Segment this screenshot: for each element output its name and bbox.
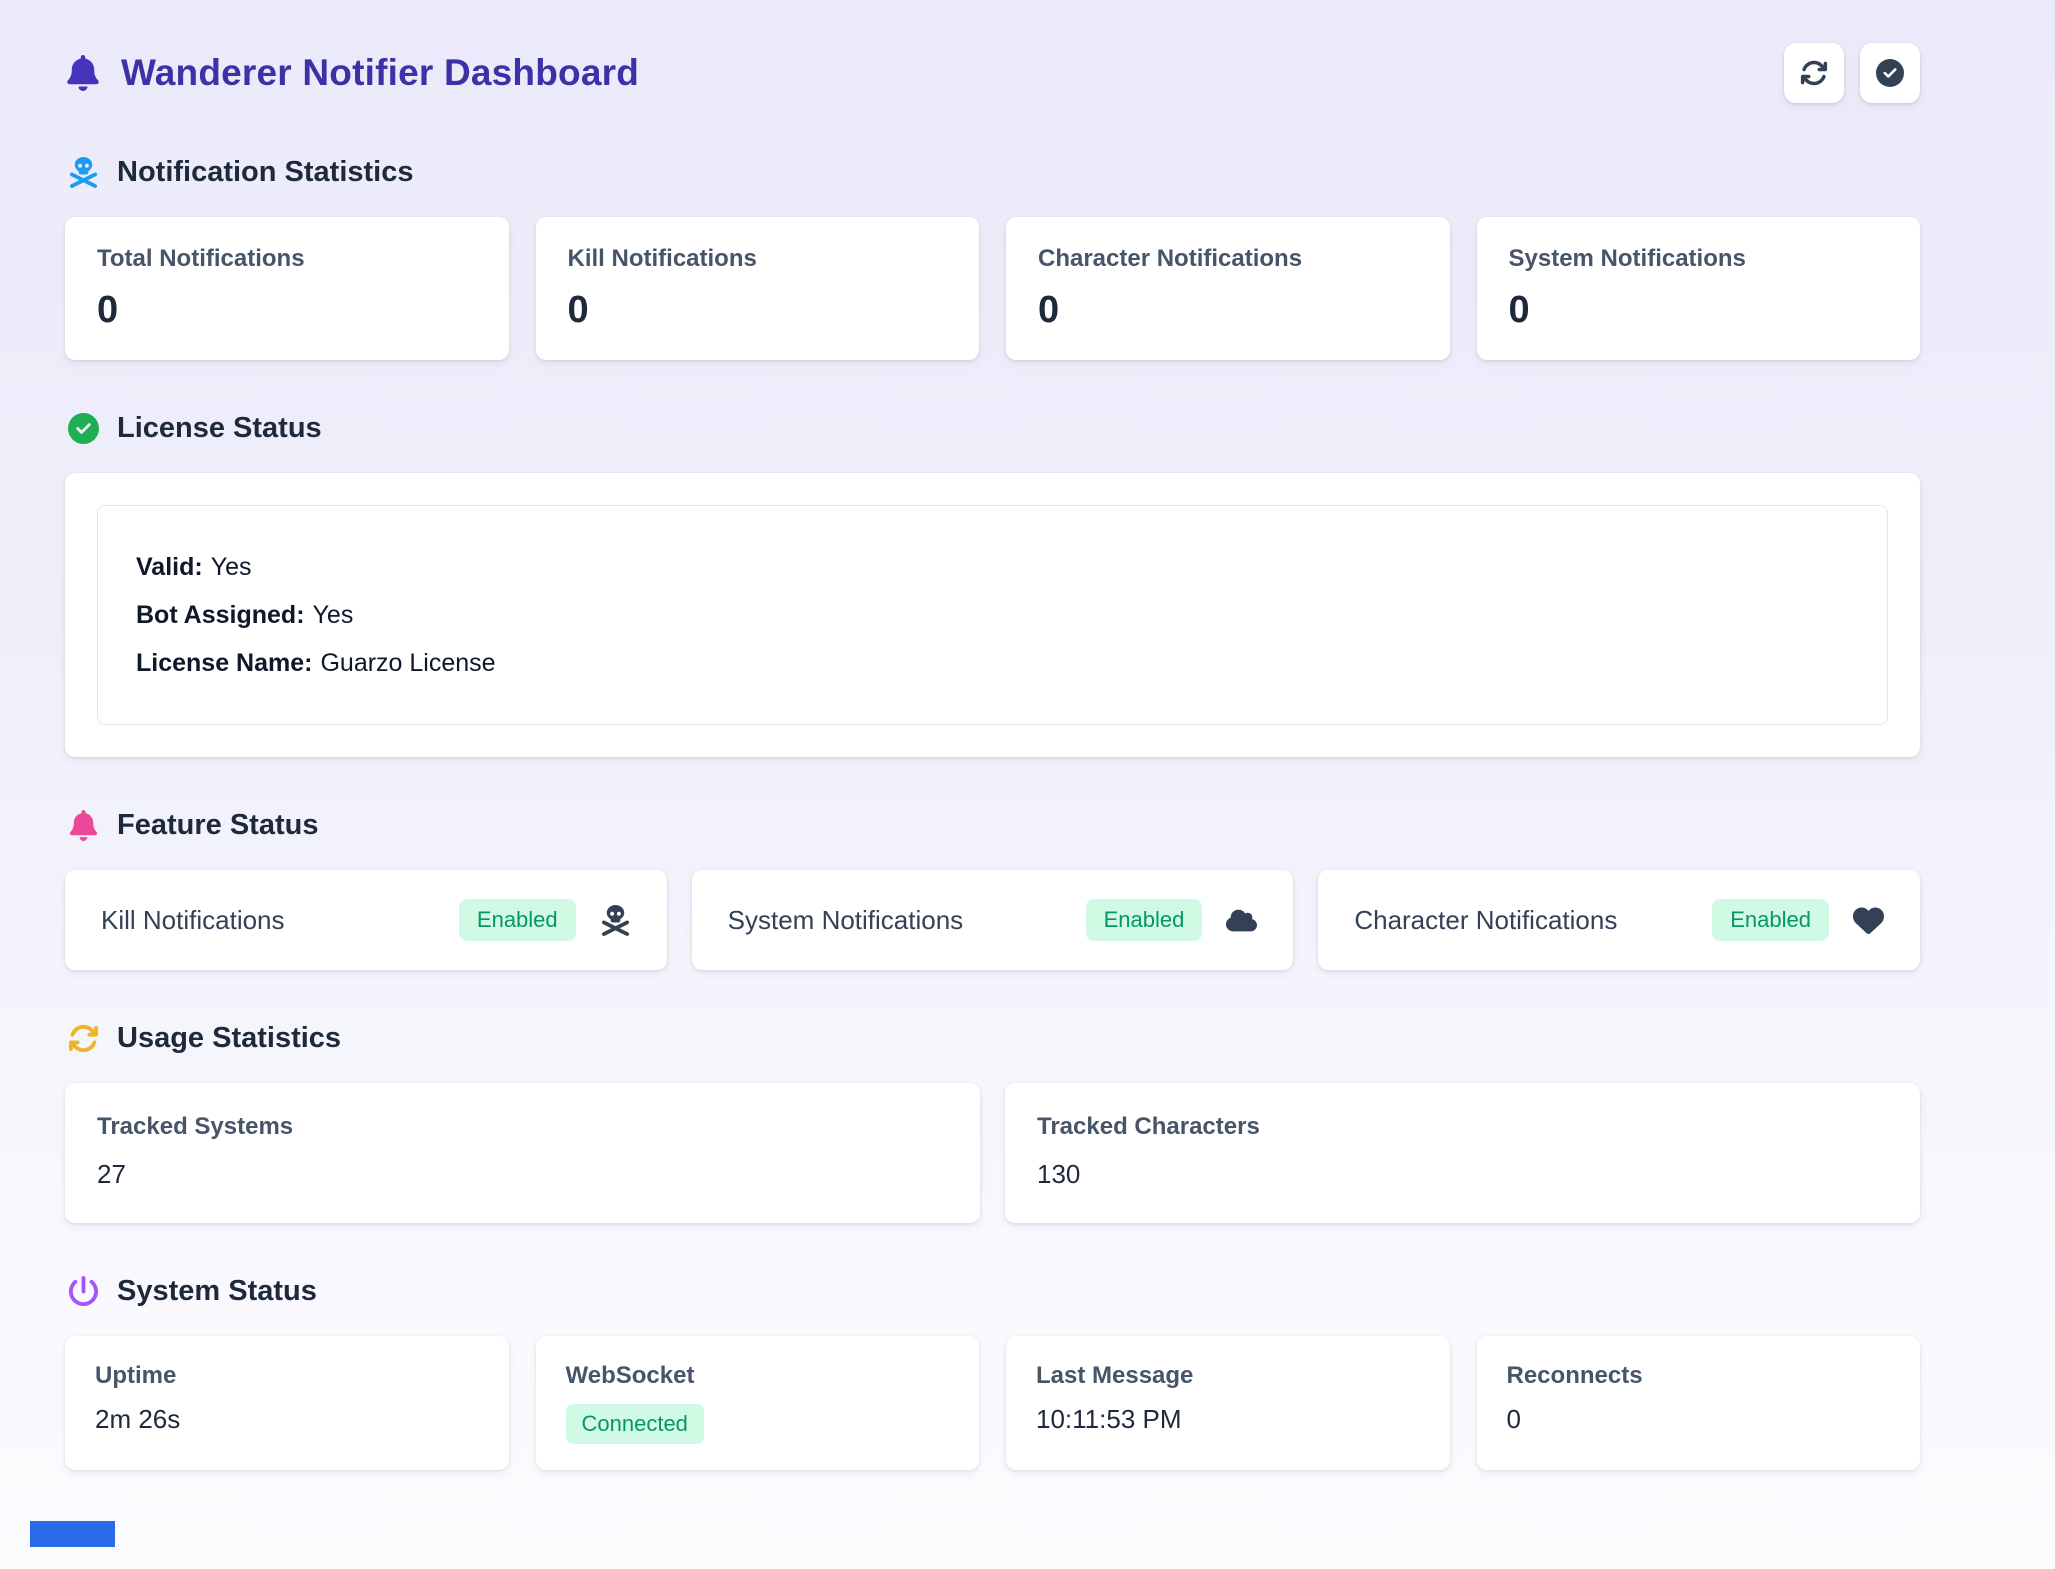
sys-label: WebSocket (566, 1362, 950, 1390)
enabled-badge: Enabled (459, 899, 576, 941)
bell-icon (68, 810, 99, 841)
cloud-icon (1226, 905, 1257, 936)
heart-icon (1853, 905, 1884, 936)
license-field-label: Valid: (136, 553, 203, 581)
skull-crossbones-icon (600, 905, 631, 936)
sys-card-websocket: WebSocket Connected (536, 1336, 980, 1470)
refresh-button[interactable] (1784, 43, 1844, 103)
system-status-grid: Uptime 2m 26s WebSocket Connected Last M… (65, 1336, 1920, 1470)
section-title: System Status (117, 1275, 317, 1308)
bottom-blue-bar (30, 1521, 115, 1547)
sys-label: Reconnects (1507, 1362, 1891, 1390)
sys-card-last-message: Last Message 10:11:53 PM (1006, 1336, 1450, 1470)
usage-statistics-grid: Tracked Systems 27 Tracked Characters 13… (65, 1083, 1920, 1223)
feature-status-grid: Kill Notifications Enabled System Notifi… (65, 870, 1920, 970)
section-title: Notification Statistics (117, 156, 414, 189)
refresh-icon (1800, 59, 1828, 87)
stat-label: System Notifications (1509, 245, 1889, 273)
stat-value: 0 (97, 289, 477, 332)
usage-card-tracked-characters: Tracked Characters 130 (1005, 1083, 1920, 1223)
stat-label: Character Notifications (1038, 245, 1418, 273)
section-title: Usage Statistics (117, 1022, 341, 1055)
app-header: Wanderer Notifier Dashboard (65, 42, 1920, 104)
stat-label: Kill Notifications (568, 245, 948, 273)
enabled-badge: Enabled (1086, 899, 1203, 941)
refresh-icon (68, 1023, 99, 1054)
license-row-license-name: License Name: Guarzo License (136, 646, 1849, 680)
dashboard-page: Wanderer Notifier Dashboard Notification… (65, 0, 1920, 1470)
feature-label: System Notifications (728, 905, 964, 936)
feature-label: Character Notifications (1354, 905, 1617, 936)
sys-card-uptime: Uptime 2m 26s (65, 1336, 509, 1470)
stat-value: 0 (568, 289, 948, 332)
skull-crossbones-icon (68, 157, 99, 188)
stat-value: 0 (1509, 289, 1889, 332)
license-row-valid: Valid: Yes (136, 550, 1849, 584)
sys-value: 0 (1507, 1404, 1891, 1435)
feature-card-character-notifications: Character Notifications Enabled (1318, 870, 1920, 970)
section-header-license-status: License Status (68, 412, 1920, 445)
license-details: Valid: Yes Bot Assigned: Yes License Name:… (97, 505, 1888, 725)
license-field-label: License Name: (136, 649, 312, 677)
usage-card-tracked-systems: Tracked Systems 27 (65, 1083, 980, 1223)
power-icon (68, 1276, 99, 1307)
sys-card-reconnects: Reconnects 0 (1477, 1336, 1921, 1470)
usage-label: Tracked Systems (97, 1113, 948, 1141)
license-field-value: Guarzo License (320, 649, 495, 677)
enabled-badge: Enabled (1712, 899, 1829, 941)
notification-stats-grid: Total Notifications 0 Kill Notifications… (65, 217, 1920, 360)
license-card: Valid: Yes Bot Assigned: Yes License Name:… (65, 473, 1920, 757)
feature-label: Kill Notifications (101, 905, 285, 936)
check-circle-icon (1876, 59, 1904, 87)
sys-label: Last Message (1036, 1362, 1420, 1390)
sys-label: Uptime (95, 1362, 479, 1390)
check-circle-icon (68, 413, 99, 444)
stat-value: 0 (1038, 289, 1418, 332)
section-header-feature-status: Feature Status (68, 809, 1920, 842)
stat-label: Total Notifications (97, 245, 477, 273)
stat-card-kill-notifications: Kill Notifications 0 (536, 217, 980, 360)
license-field-label: Bot Assigned: (136, 601, 305, 629)
feature-card-kill-notifications: Kill Notifications Enabled (65, 870, 667, 970)
license-row-bot-assigned: Bot Assigned: Yes (136, 598, 1849, 632)
license-field-value: Yes (211, 553, 252, 581)
page-title: Wanderer Notifier Dashboard (121, 52, 639, 94)
feature-card-system-notifications: System Notifications Enabled (692, 870, 1294, 970)
stat-card-total-notifications: Total Notifications 0 (65, 217, 509, 360)
stat-card-system-notifications: System Notifications 0 (1477, 217, 1921, 360)
stat-card-character-notifications: Character Notifications 0 (1006, 217, 1450, 360)
section-header-system-status: System Status (68, 1275, 1920, 1308)
section-header-usage-statistics: Usage Statistics (68, 1022, 1920, 1055)
bell-icon (65, 55, 101, 91)
usage-label: Tracked Characters (1037, 1113, 1888, 1141)
section-title: Feature Status (117, 809, 318, 842)
sys-value: 10:11:53 PM (1036, 1404, 1420, 1435)
sys-value: 2m 26s (95, 1404, 479, 1435)
license-field-value: Yes (313, 601, 354, 629)
confirm-button[interactable] (1860, 43, 1920, 103)
usage-value: 27 (97, 1159, 948, 1190)
section-title: License Status (117, 412, 322, 445)
usage-value: 130 (1037, 1159, 1888, 1190)
connected-badge: Connected (566, 1404, 704, 1444)
section-header-notification-statistics: Notification Statistics (68, 156, 1920, 189)
